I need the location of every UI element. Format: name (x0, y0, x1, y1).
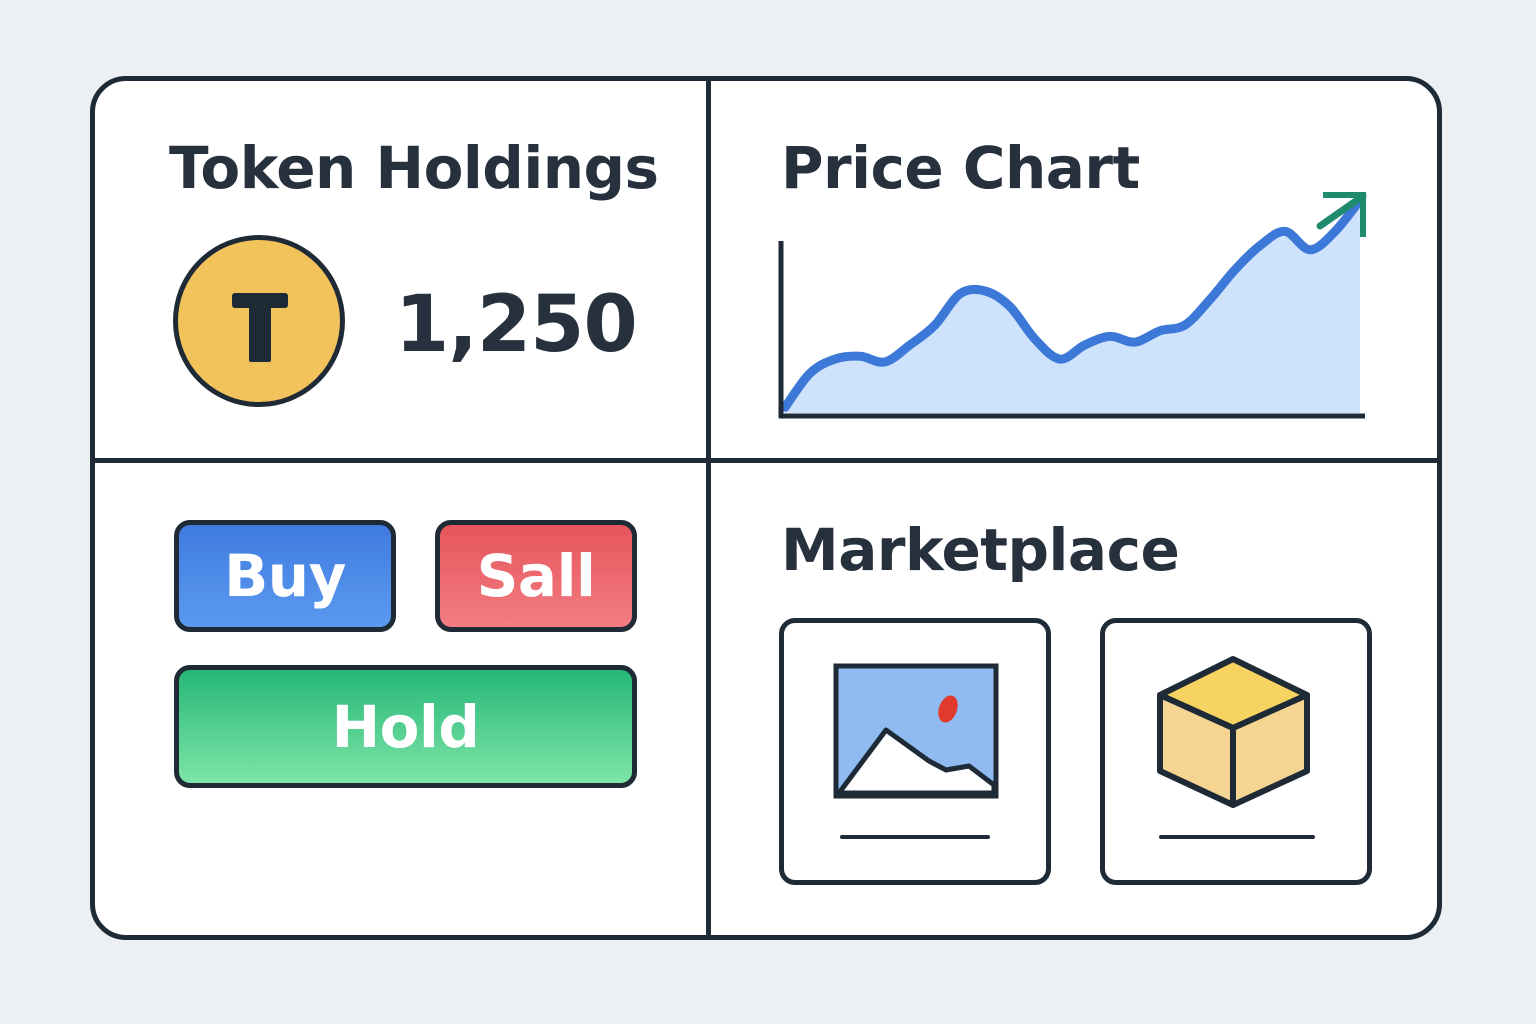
hold-button[interactable]: Hold (174, 665, 637, 788)
buy-button[interactable]: Buy (174, 520, 396, 632)
item-title-placeholder (1159, 835, 1315, 839)
price-chart (778, 192, 1367, 419)
sell-button[interactable]: Sall (435, 520, 637, 632)
panel-divider-horizontal (95, 458, 1437, 463)
marketplace-item-card[interactable] (779, 618, 1051, 885)
marketplace-item-card[interactable] (1100, 618, 1372, 885)
cube-icon (1157, 656, 1310, 808)
token-amount: 1,250 (395, 280, 638, 370)
panel-divider-vertical (706, 81, 711, 935)
dashboard-frame: Token Holdings 1,250 Price Chart Buy Sal… (90, 76, 1442, 940)
marketplace-title: Marketplace (781, 516, 1180, 584)
image-icon (833, 663, 999, 799)
item-title-placeholder (840, 835, 990, 839)
token-holdings-title: Token Holdings (169, 134, 659, 202)
token-coin-icon (173, 235, 345, 407)
coin-letter-stem (249, 300, 271, 362)
